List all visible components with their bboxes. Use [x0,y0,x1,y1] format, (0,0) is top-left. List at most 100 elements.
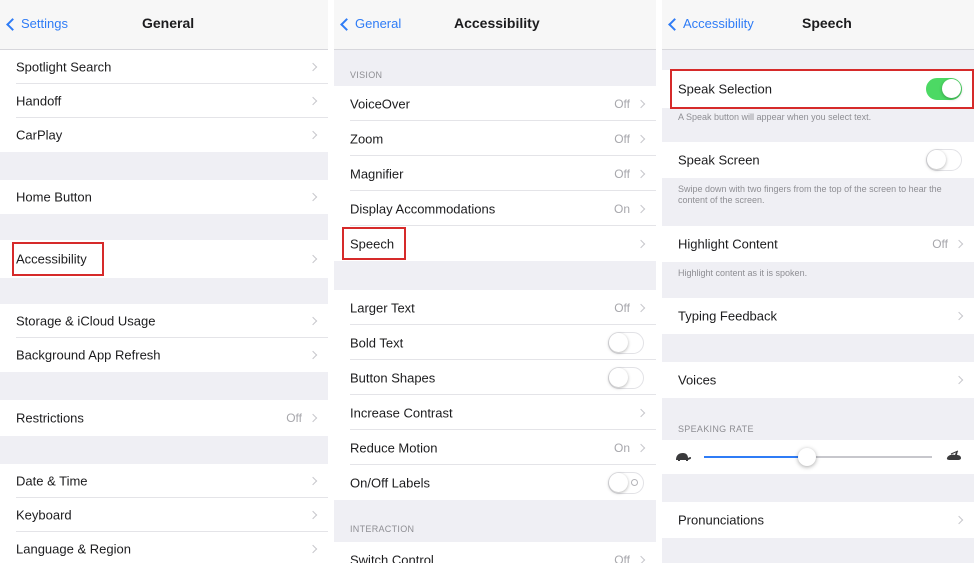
chevron-right-icon [636,99,646,108]
row-typing-feedback[interactable]: Typing Feedback [662,298,974,334]
chevron-right-icon [308,316,318,326]
tortoise-icon [676,453,692,461]
section-header-interaction: INTERACTION [350,524,415,534]
back-button[interactable]: Settings [6,16,68,31]
row-storage-icloud[interactable]: Storage & iCloud Usage [0,304,328,338]
chevron-right-icon [308,413,318,423]
on-off-labels-toggle[interactable] [608,471,644,494]
row-handoff[interactable]: Handoff [0,84,328,118]
chevron-right-icon [954,311,964,321]
row-label: CarPlay [16,127,63,143]
chevron-right-icon [636,169,646,178]
row-accessibility[interactable]: Accessibility [0,240,328,278]
page-title: Accessibility [454,15,540,31]
row-label: Storage & iCloud Usage [16,313,156,329]
chevron-right-icon [636,239,646,248]
row-value: On [613,440,630,455]
back-label: General [355,16,402,31]
speak-selection-toggle[interactable] [926,78,962,100]
row-restrictions[interactable]: Restrictions Off [0,400,328,436]
back-label: Settings [21,16,68,31]
row-pronunciations[interactable]: Pronunciations [662,502,974,538]
row-voiceover[interactable]: VoiceOver Off [334,86,656,121]
chevron-right-icon [636,204,646,213]
row-label: Background App Refresh [16,347,161,363]
slider-thumb[interactable] [797,448,816,466]
chevron-right-icon [954,239,964,249]
chevron-right-icon [308,192,318,202]
row-label: Bold Text [350,335,404,350]
speak-screen-toggle[interactable] [926,149,962,171]
row-label: VoiceOver [350,96,410,111]
speech-screen: Accessibility Speech Speak Selection A S… [662,0,974,563]
row-label: Speak Screen [678,152,760,168]
row-label: Larger Text [350,300,415,315]
row-value: On [613,201,630,216]
row-display-accommodations[interactable]: Display Accommodations On [334,191,656,226]
row-label: Handoff [16,93,62,109]
row-reduce-motion[interactable]: Reduce Motion On [334,430,656,465]
row-label: Date & Time [16,473,88,489]
section-header-vision: VISION [350,70,383,80]
row-label: Magnifier [350,166,404,181]
chevron-right-icon [308,254,318,264]
chevron-left-icon [6,17,19,31]
chevron-left-icon [340,17,353,31]
row-label: Typing Feedback [678,308,778,324]
row-label: Spotlight Search [16,59,112,75]
row-speech[interactable]: Speech [334,226,656,261]
off-label-ring [631,478,638,486]
row-carplay[interactable]: CarPlay [0,118,328,152]
row-language-region[interactable]: Language & Region [0,532,328,563]
row-label: Pronunciations [678,512,764,528]
row-keyboard[interactable]: Keyboard [0,498,328,532]
bold-text-toggle[interactable] [608,331,644,354]
row-label: Highlight Content [678,236,778,252]
row-label: Accessibility [16,251,87,267]
chevron-right-icon [308,130,318,140]
section-header-speaking-rate: SPEAKING RATE [678,424,754,434]
slider-fill [704,456,807,458]
button-shapes-toggle[interactable] [608,366,644,389]
row-speak-selection: Speak Selection [662,70,974,108]
row-label: Button Shapes [350,370,436,385]
row-label: Home Button [16,189,92,205]
row-value: Off [614,96,630,111]
row-on-off-labels: On/Off Labels [334,465,656,500]
toggle-knob [609,332,628,352]
row-voices[interactable]: Voices [662,362,974,398]
chevron-right-icon [636,303,646,312]
chevron-right-icon [636,134,646,143]
chevron-left-icon [668,17,681,31]
speak-screen-footer: Swipe down with two fingers from the top… [678,184,942,205]
slider-track[interactable] [704,456,932,458]
row-switch-control[interactable]: Switch Control Off [334,542,656,563]
row-value: Off [932,237,948,251]
row-magnifier[interactable]: Magnifier Off [334,156,656,191]
row-date-time[interactable]: Date & Time [0,464,328,498]
back-label: Accessibility [683,16,754,31]
row-button-shapes: Button Shapes [334,360,656,395]
row-label: Keyboard [16,507,72,523]
row-value: Off [614,552,630,563]
row-label: Language & Region [16,541,131,557]
row-background-app-refresh[interactable]: Background App Refresh [0,338,328,372]
highlight-content-footer: Highlight content as it is spoken. [678,268,808,278]
toggle-knob [942,79,961,98]
hare-icon [946,450,961,460]
row-larger-text[interactable]: Larger Text Off [334,290,656,325]
row-zoom[interactable]: Zoom Off [334,121,656,156]
row-spotlight-search[interactable]: Spotlight Search [0,50,328,84]
row-speak-screen: Speak Screen [662,142,974,178]
back-button[interactable]: Accessibility [668,16,754,31]
row-increase-contrast[interactable]: Increase Contrast [334,395,656,430]
row-value: Off [614,166,630,181]
back-button[interactable]: General [340,16,402,31]
row-home-button[interactable]: Home Button [0,180,328,214]
row-value: Off [286,411,302,425]
toggle-knob [609,472,628,492]
navbar: Accessibility Speech [662,0,974,50]
row-label: Zoom [350,131,384,146]
row-label: Speak Selection [678,81,772,97]
row-highlight-content[interactable]: Highlight Content Off [662,226,974,262]
